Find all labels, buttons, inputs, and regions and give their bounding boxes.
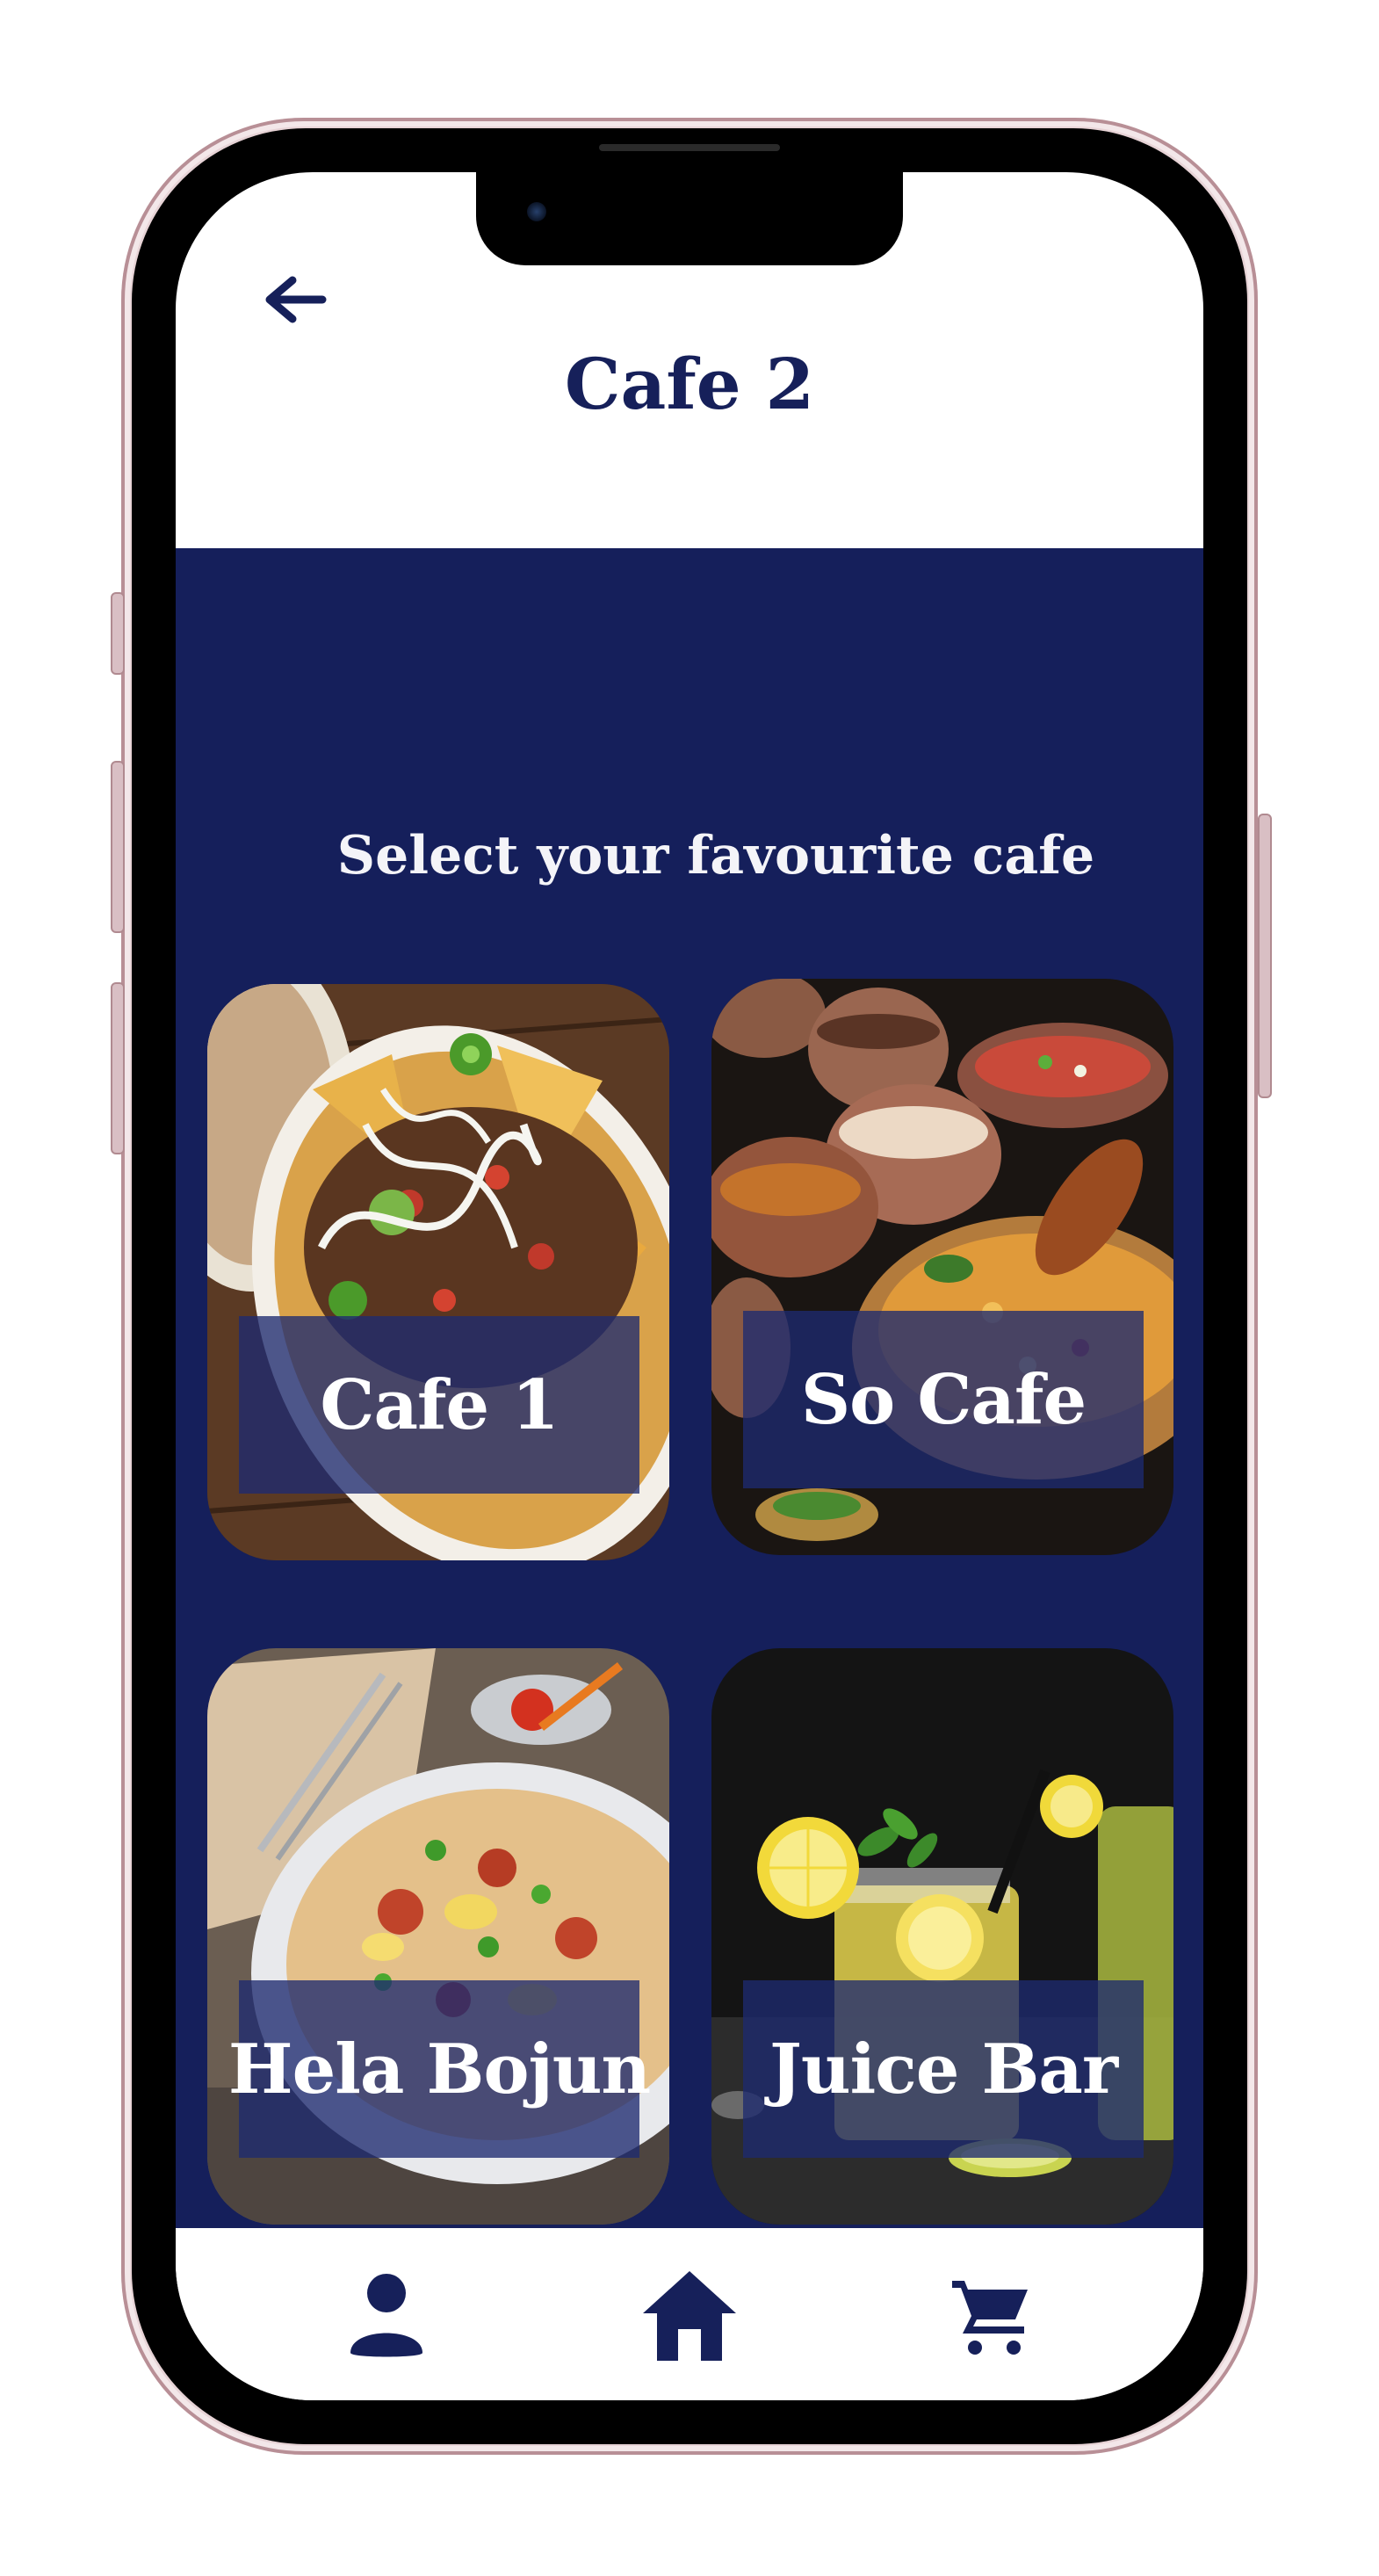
- page-title: Cafe 2: [564, 343, 815, 425]
- app-screen: Cafe 2 Select your favourite cafe Cafe 1…: [176, 172, 1203, 2400]
- volume-down-button: [111, 982, 125, 1154]
- cafe-name: Hela Bojun: [227, 2029, 651, 2109]
- power-button: [1258, 814, 1272, 1098]
- cafe-label-box: Hela Bojun: [228, 1980, 651, 2158]
- cafe-card-cafe-1[interactable]: Cafe 1: [207, 984, 669, 1560]
- cafe-card-hela-bojun[interactable]: Hela Bojun: [207, 1648, 669, 2225]
- cafe-name: So Cafe: [800, 1359, 1087, 1440]
- cafe-card-so-cafe[interactable]: So Cafe: [711, 979, 1173, 1555]
- cafe-selection-panel: Select your favourite cafe Cafe 1 So Caf…: [176, 548, 1203, 2228]
- nav-cart[interactable]: [938, 2263, 1043, 2369]
- camera-notch: [476, 172, 903, 265]
- cafe-name: Cafe 1: [320, 1364, 559, 1445]
- mute-switch: [111, 592, 125, 675]
- panel-subtitle: Select your favourite cafe: [336, 825, 1095, 886]
- cart-icon: [952, 2281, 1028, 2355]
- person-icon: [350, 2274, 422, 2357]
- arrow-left-icon: [265, 276, 327, 323]
- bottom-nav: [176, 2228, 1203, 2400]
- cafe-card-juice-bar[interactable]: Juice Bar: [711, 1648, 1173, 2225]
- cafe-label-box: Juice Bar: [743, 1980, 1144, 2158]
- nav-profile[interactable]: [334, 2263, 439, 2369]
- nav-home[interactable]: [637, 2263, 742, 2369]
- home-icon: [643, 2271, 736, 2361]
- volume-up-button: [111, 761, 125, 933]
- speaker-slit: [599, 144, 780, 151]
- back-button[interactable]: [255, 269, 334, 330]
- cafe-label-box: Cafe 1: [239, 1316, 639, 1494]
- cafe-label-box: So Cafe: [743, 1311, 1144, 1488]
- cafe-name: Juice Bar: [769, 2029, 1118, 2109]
